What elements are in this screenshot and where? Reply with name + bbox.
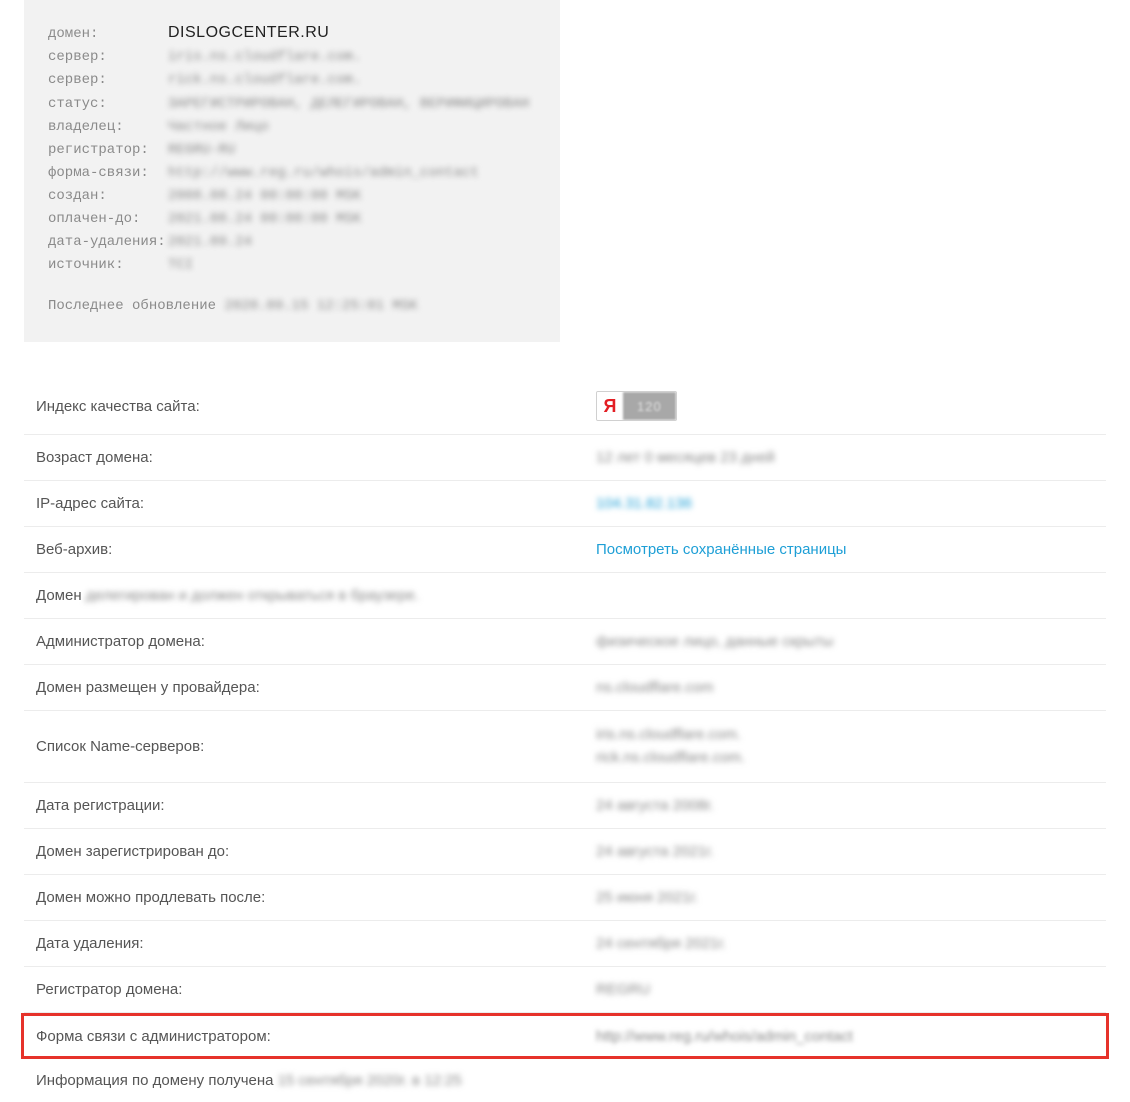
label-registrar: Регистратор домена: [36, 981, 596, 998]
whois-key: сервер: [48, 46, 168, 69]
value-provider: ns.cloudflare.com [596, 679, 1106, 696]
web-archive-link[interactable]: Посмотреть сохранённые страницы [596, 541, 846, 558]
whois-value: TCI [168, 257, 193, 273]
whois-value: 2021.08.24 00:00:00 MSK [168, 211, 361, 227]
row-domain-admin: Администратор домена: физическое лицо, д… [24, 619, 1106, 665]
row-registered-until: Домен зарегистрирован до: 24 августа 202… [24, 829, 1106, 875]
value-domain-age: 12 лет 0 месяцев 23 дней [596, 449, 1106, 466]
whois-row: источник:TCI [48, 254, 536, 277]
whois-row: дата-удаления:2021.09.24 [48, 231, 536, 254]
yandex-score: 120 [623, 392, 676, 420]
whois-raw-box: домен:DISLOGCENTER.RUсервер:iris.ns.clou… [24, 0, 560, 342]
row-quality-index: Индекс качества сайта: Я 120 [24, 378, 1106, 435]
whois-value: rick.ns.cloudflare.com. [168, 72, 361, 88]
whois-key: владелец: [48, 116, 168, 139]
whois-key: статус: [48, 93, 168, 116]
whois-value: iris.ns.cloudflare.com. [168, 49, 361, 65]
value-domain-admin: физическое лицо, данные скрыты [596, 633, 1106, 650]
row-provider: Домен размещен у провайдера: ns.cloudfla… [24, 665, 1106, 711]
whois-row: сервер:iris.ns.cloudflare.com. [48, 46, 536, 69]
label-domain-admin: Администратор домена: [36, 633, 596, 650]
whois-value: REGRU-RU [168, 142, 235, 158]
row-domain-delegation: Домен делегирован и должен открываться в… [24, 573, 1106, 619]
whois-row: регистратор:REGRU-RU [48, 139, 536, 162]
whois-value: Частное Лицо [168, 119, 269, 135]
label-deletion-date: Дата удаления: [36, 935, 596, 952]
value-registration-date: 24 августа 2008г. [596, 797, 1106, 814]
value-registrar: REGRU [596, 981, 1106, 998]
yandex-badge[interactable]: Я 120 [596, 391, 677, 421]
label-domain-age: Возраст домена: [36, 449, 596, 466]
whois-row: форма-связи:http://www.reg.ru/whois/admi… [48, 162, 536, 185]
whois-value: ЗАРЕГИСТРИРОВАН, ДЕЛЕГИРОВАН, ВЕРИФИЦИРО… [168, 96, 529, 112]
row-info-fetched: Информация по домену получена 15 сентябр… [24, 1059, 1106, 1102]
row-domain-age: Возраст домена: 12 лет 0 месяцев 23 дней [24, 435, 1106, 481]
whois-footer-value: 2020.09.15 12:25:01 MSK [224, 298, 417, 314]
row-registrar: Регистратор домена: REGRU [24, 967, 1106, 1013]
label-registered-until: Домен зарегистрирован до: [36, 843, 596, 860]
whois-row: оплачен-до:2021.08.24 00:00:00 MSK [48, 208, 536, 231]
row-web-archive: Веб-архив: Посмотреть сохранённые страни… [24, 527, 1106, 573]
whois-key: домен: [48, 23, 168, 46]
label-web-archive: Веб-архив: [36, 541, 596, 558]
label-domain-delegation: Домен делегирован и должен открываться в… [36, 587, 1106, 604]
whois-row: владелец:Частное Лицо [48, 116, 536, 139]
row-registration-date: Дата регистрации: 24 августа 2008г. [24, 783, 1106, 829]
whois-key: регистратор: [48, 139, 168, 162]
label-ip-address: IP-адрес сайта: [36, 495, 596, 512]
whois-value: http://www.reg.ru/whois/admin_contact [168, 165, 479, 181]
whois-footer-label: Последнее обновление [48, 298, 224, 314]
whois-value: 2008.08.24 00:00:00 MSK [168, 188, 361, 204]
whois-key: дата-удаления: [48, 231, 168, 254]
whois-key: источник: [48, 254, 168, 277]
value-ip-address[interactable]: 104.31.82.136 [596, 495, 1106, 512]
row-renew-after: Домен можно продлевать после: 25 июня 20… [24, 875, 1106, 921]
domain-details: Индекс качества сайта: Я 120 Возраст дом… [24, 378, 1106, 1102]
whois-key: форма-связи: [48, 162, 168, 185]
value-deletion-date: 24 сентября 2021г. [596, 935, 1106, 952]
label-name-servers: Список Name-серверов: [36, 738, 596, 755]
whois-value: 2021.09.24 [168, 234, 252, 250]
value-registered-until: 24 августа 2021г. [596, 843, 1106, 860]
whois-key: сервер: [48, 69, 168, 92]
row-admin-contact-form: Форма связи с администратором: http://ww… [21, 1013, 1109, 1059]
label-provider: Домен размещен у провайдера: [36, 679, 596, 696]
whois-value: DISLOGCENTER.RU [168, 24, 329, 41]
whois-row: статус:ЗАРЕГИСТРИРОВАН, ДЕЛЕГИРОВАН, ВЕР… [48, 93, 536, 116]
value-info-fetched: 15 сентября 2020г. в 12:25 [278, 1072, 462, 1089]
row-name-servers: Список Name-серверов: iris.ns.cloudflare… [24, 711, 1106, 783]
whois-key: создан: [48, 185, 168, 208]
value-renew-after: 25 июня 2021г. [596, 889, 1106, 906]
whois-key: оплачен-до: [48, 208, 168, 231]
label-admin-contact-form: Форма связи с администратором: [36, 1028, 596, 1045]
row-ip-address: IP-адрес сайта: 104.31.82.136 [24, 481, 1106, 527]
whois-row: сервер:rick.ns.cloudflare.com. [48, 69, 536, 92]
yandex-logo-icon: Я [597, 392, 623, 420]
row-deletion-date: Дата удаления: 24 сентября 2021г. [24, 921, 1106, 967]
value-admin-contact-form[interactable]: http://www.reg.ru/whois/admin_contact [596, 1028, 1094, 1045]
whois-row: домен:DISLOGCENTER.RU [48, 20, 536, 46]
value-name-servers: iris.ns.cloudflare.com. rick.ns.cloudfla… [596, 724, 1106, 769]
label-registration-date: Дата регистрации: [36, 797, 596, 814]
value-web-archive: Посмотреть сохранённые страницы [596, 541, 1106, 558]
whois-row: создан:2008.08.24 00:00:00 MSK [48, 185, 536, 208]
label-quality-index: Индекс качества сайта: [36, 398, 596, 415]
label-info-fetched: Информация по домену получена [36, 1072, 278, 1089]
label-renew-after: Домен можно продлевать после: [36, 889, 596, 906]
whois-last-update: Последнее обновление 2020.09.15 12:25:01… [48, 295, 536, 318]
value-quality-index: Я 120 [596, 391, 1106, 421]
